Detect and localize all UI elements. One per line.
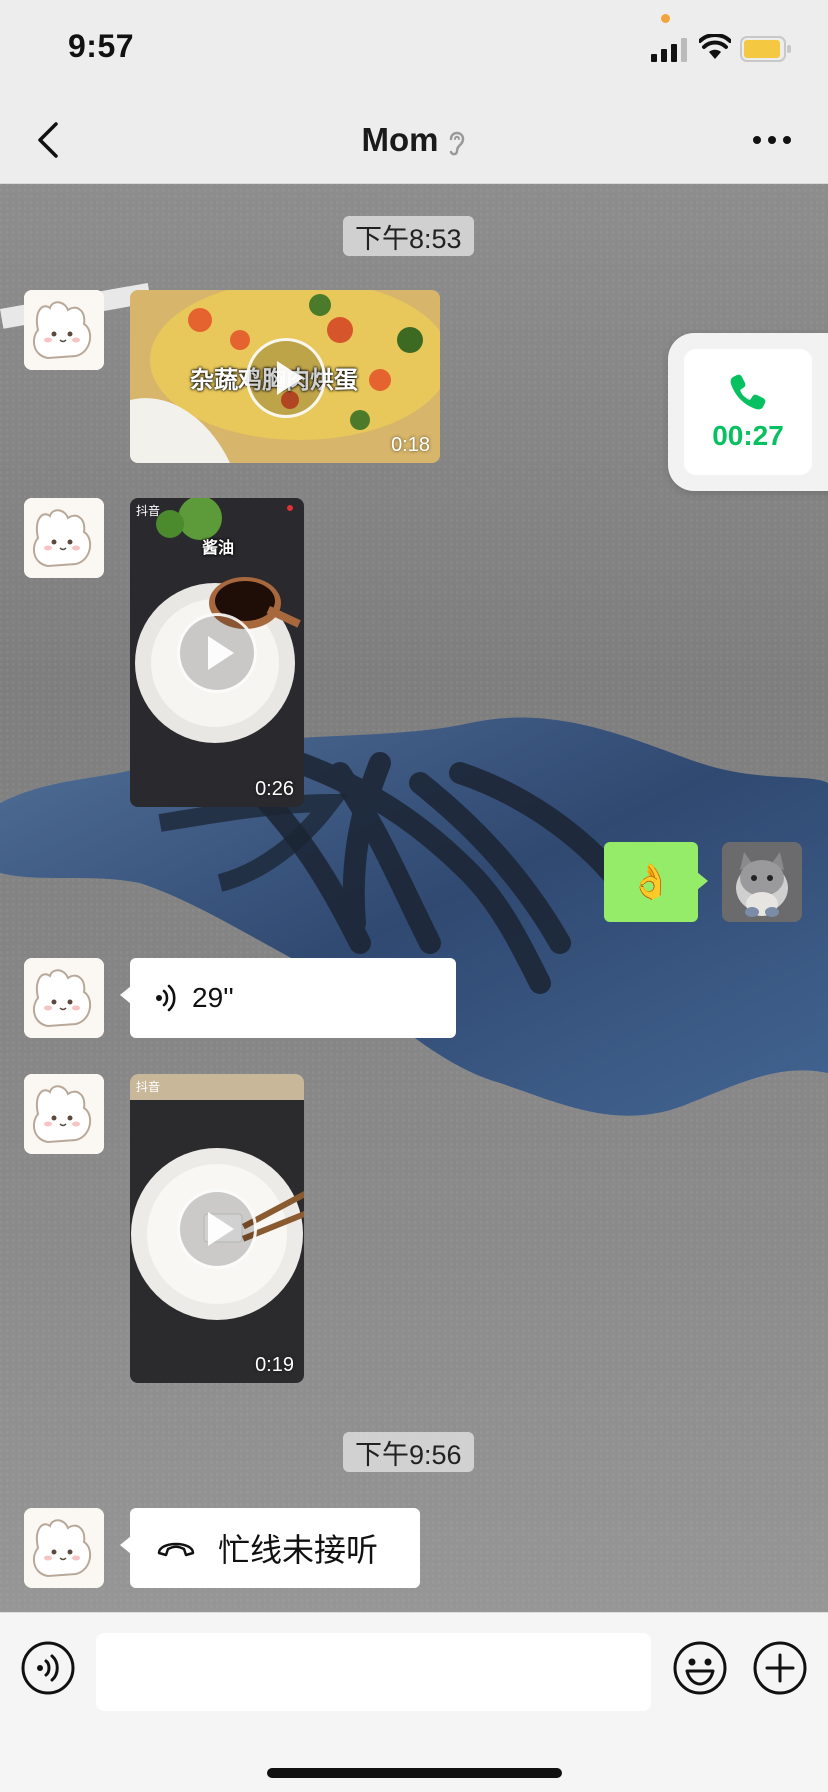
play-button[interactable] (177, 1189, 257, 1269)
wifi-icon (699, 34, 731, 59)
nav-bar: Mom (0, 96, 828, 184)
more-dots-icon (753, 136, 791, 144)
nav-title-group: Mom (0, 96, 828, 184)
video-caption: 酱油 (202, 538, 235, 557)
video-duration: 0:19 (255, 1354, 294, 1376)
video-message[interactable]: 杂蔬鸡胸肉烘蛋 0:18 (130, 290, 440, 463)
emoji-button[interactable] (672, 1640, 728, 1701)
privacy-indicator-dot (661, 14, 670, 23)
bunny-avatar-icon (24, 498, 104, 578)
timestamp: 下午9:56 (343, 1432, 474, 1472)
avatar[interactable] (24, 498, 104, 578)
phone-icon (730, 374, 766, 410)
timestamp: 下午8:53 (343, 216, 474, 256)
ok-hand-emoji: 👌 (629, 863, 673, 901)
bunny-avatar-icon (24, 958, 104, 1038)
more-options-button[interactable] (748, 124, 796, 156)
play-button[interactable] (246, 338, 326, 418)
more-functions-button[interactable] (752, 1640, 808, 1701)
voice-wave-icon (156, 984, 176, 1012)
chat-screen: 9:57 Mom 下午8:53 杂蔬鸡胸肉烘蛋 0:18 抖音 酱油 0:26 … (0, 0, 828, 1792)
avatar[interactable] (24, 1508, 104, 1588)
video-duration: 0:18 (391, 434, 430, 456)
play-icon (208, 636, 234, 670)
play-icon (277, 361, 303, 395)
voice-duration: 29'' (192, 982, 234, 1013)
input-bar (0, 1612, 828, 1792)
missed-call-bubble[interactable]: 忙线未接听 (120, 1508, 420, 1588)
bunny-avatar-icon (24, 290, 104, 370)
plus-icon (753, 1641, 807, 1695)
status-bar: 9:57 (0, 0, 828, 96)
call-widget-card[interactable]: 00:27 (684, 349, 812, 475)
play-button[interactable] (177, 613, 257, 693)
bunny-avatar-icon (24, 1074, 104, 1154)
back-button[interactable] (28, 118, 68, 162)
smiley-icon (673, 1641, 727, 1695)
call-duration: 00:27 (712, 420, 784, 451)
voice-input-toggle-button[interactable] (20, 1640, 76, 1701)
status-time: 9:57 (68, 28, 135, 64)
video-duration: 0:26 (255, 778, 294, 800)
chevron-left-icon (38, 122, 58, 158)
video-message[interactable]: 抖音 0:19 (130, 1074, 304, 1383)
avatar[interactable] (24, 958, 104, 1038)
missed-call-text: 忙线未接听 (218, 1532, 379, 1568)
chat-title: Mom (361, 121, 439, 158)
cat-avatar-icon (722, 842, 802, 922)
outgoing-message-bubble[interactable]: 👌 (604, 842, 708, 922)
message-input[interactable] (96, 1633, 651, 1711)
battery-icon (740, 36, 791, 62)
play-icon (208, 1212, 234, 1246)
avatar[interactable] (24, 290, 104, 370)
cellular-signal-icon (651, 38, 687, 62)
my-avatar[interactable] (722, 842, 802, 922)
voice-mode-icon (21, 1641, 75, 1695)
video-message[interactable]: 抖音 酱油 0:26 (130, 498, 304, 807)
floating-call-widget[interactable]: 00:27 (668, 333, 828, 491)
home-indicator (267, 1768, 562, 1778)
avatar[interactable] (24, 1074, 104, 1154)
voice-message-bubble[interactable]: 29'' (120, 958, 456, 1038)
ear-icon (449, 131, 464, 156)
bunny-avatar-icon (24, 1508, 104, 1588)
douyin-watermark: 抖音 (136, 504, 161, 518)
hang-up-phone-icon (157, 1542, 195, 1557)
douyin-watermark: 抖音 (136, 1080, 161, 1094)
